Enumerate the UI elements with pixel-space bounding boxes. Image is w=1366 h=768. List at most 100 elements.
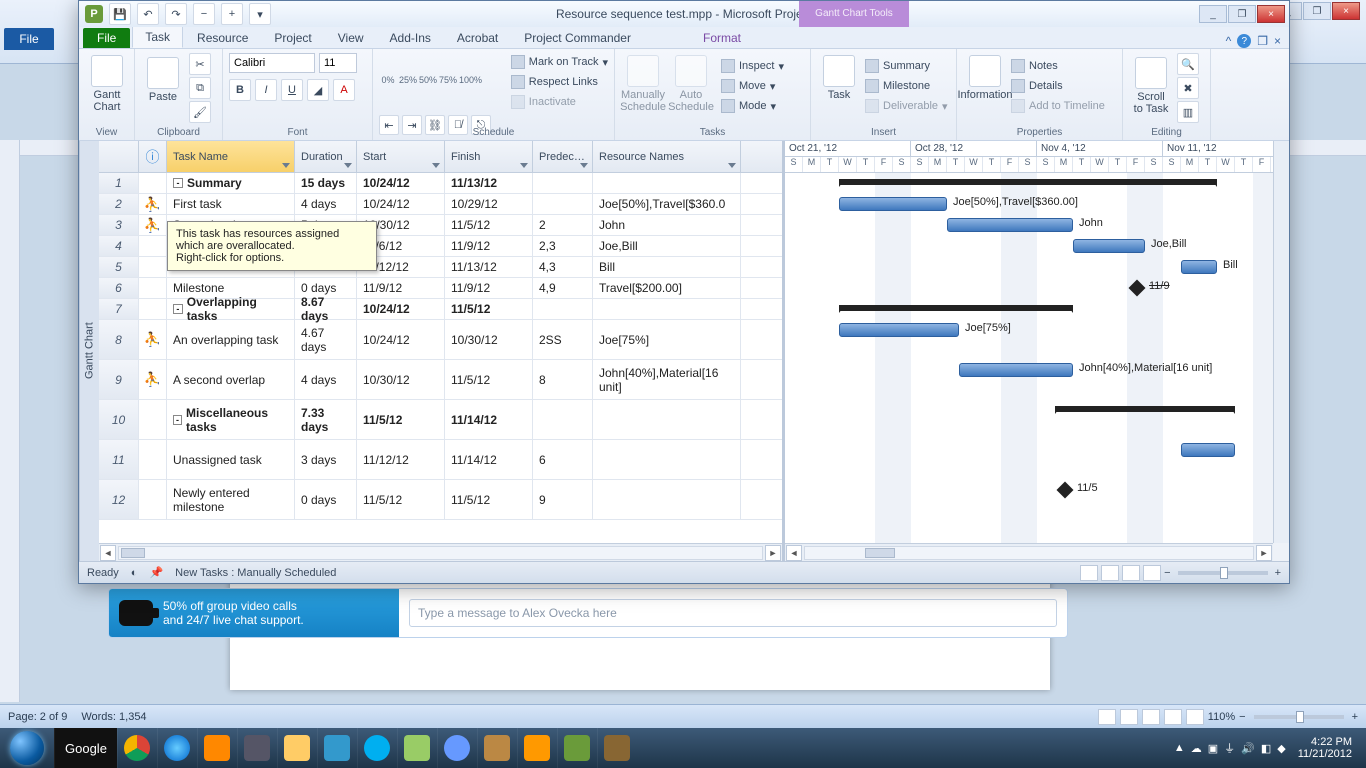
gantt-task-bar[interactable] [1073,239,1145,253]
save-icon[interactable]: 💾 [109,3,131,25]
view-resource-sheet-icon[interactable] [1143,565,1161,581]
tray-icon[interactable]: ◧ [1261,742,1271,755]
row-number[interactable]: 1 [99,173,139,193]
zoom-out-icon[interactable]: − [1239,711,1245,723]
gantt-scrollbar-horizontal[interactable]: ◄ ► [785,543,1273,561]
day-header[interactable]: S [893,157,911,173]
day-header[interactable]: T [1073,157,1091,173]
information-button[interactable]: Information [963,53,1007,119]
day-header[interactable]: S [1019,157,1037,173]
undo-icon[interactable]: ↶ [137,3,159,25]
inactivate-button[interactable]: Inactivate [511,93,608,111]
cell-resources[interactable]: Travel[$200.00] [593,278,741,298]
cell-predecessors[interactable] [533,400,593,439]
col-indicators[interactable]: ⓘ [139,141,167,172]
auto-schedule-button[interactable]: Auto Schedule [669,53,713,119]
word-view-button[interactable] [1142,709,1160,725]
find-icon[interactable]: 🔍 [1177,53,1199,75]
cell-finish[interactable]: 11/5/12 [445,360,533,399]
percent-complete-buttons[interactable]: 0%25%50%75%100% [379,75,477,89]
cell-start[interactable]: 10/24/12 [357,194,445,214]
minimize-ribbon-icon[interactable]: ^ [1226,34,1232,48]
day-header[interactable]: M [803,157,821,173]
scroll-right-icon[interactable]: ► [1256,545,1272,561]
project-titlebar[interactable]: P 💾 ↶ ↷ − + ▾ Resource sequence test.mpp… [79,1,1289,27]
row-indicator[interactable]: ⛹ [139,215,167,235]
underline-button[interactable]: U [281,79,303,101]
cell-duration[interactable]: 15 days [295,173,357,193]
cell-resources[interactable]: Joe[75%] [593,320,741,359]
row-number[interactable]: 8 [99,320,139,359]
cell-predecessors[interactable] [533,299,593,319]
font-selector[interactable]: Calibri [229,53,315,73]
zoom-out-icon[interactable]: − [1164,567,1170,579]
status-new-tasks[interactable]: New Tasks : Manually Scheduled [175,567,336,579]
word-word-count[interactable]: Words: 1,354 [81,711,146,723]
cell-duration[interactable]: 7.33 days [295,400,357,439]
cell-resources[interactable] [593,299,741,319]
respect-links-button[interactable]: Respect Links [511,73,608,91]
word-page-indicator[interactable]: Page: 2 of 9 [8,711,67,723]
day-header[interactable]: F [1001,157,1019,173]
tab-format[interactable]: Format [691,28,753,48]
bold-button[interactable]: B [229,79,251,101]
tab-acrobat[interactable]: Acrobat [445,28,510,48]
manually-schedule-button[interactable]: Manually Schedule [621,53,665,119]
day-header[interactable]: W [1217,157,1235,173]
row-indicator[interactable] [139,173,167,193]
cell-task-name[interactable]: First task [167,194,295,214]
row-number[interactable]: 12 [99,480,139,519]
cell-predecessors[interactable]: 4,9 [533,278,593,298]
taskbar-chrome-icon[interactable] [117,728,157,768]
tab-project[interactable]: Project [262,28,323,48]
row-indicator[interactable]: ⛹ [139,320,167,359]
cell-task-name[interactable]: An overlapping task [167,320,295,359]
day-header[interactable]: T [1199,157,1217,173]
day-header[interactable]: T [857,157,875,173]
day-header[interactable]: W [1091,157,1109,173]
gantt-chart-side-label[interactable]: Gantt Chart [79,141,99,561]
col-predecessors[interactable]: Predec… [533,141,593,172]
day-header[interactable]: S [1163,157,1181,173]
row-number[interactable]: 3 [99,215,139,235]
col-resource-names[interactable]: Resource Names [593,141,741,172]
row-indicator[interactable] [139,236,167,256]
cell-start[interactable]: 10/24/12 [357,299,445,319]
tray-volume-icon[interactable]: 🔊 [1241,742,1255,755]
cell-finish[interactable]: 11/9/12 [445,236,533,256]
day-header[interactable]: T [1235,157,1253,173]
row-indicator[interactable] [139,257,167,277]
window-restore-icon[interactable]: ❐ [1257,34,1268,48]
sheet-body[interactable]: This task has resources assigned which a… [99,173,782,543]
gantt-summary-bar[interactable] [1055,406,1235,412]
day-header[interactable]: M [1055,157,1073,173]
cell-finish[interactable]: 11/13/12 [445,173,533,193]
copy-icon[interactable]: ⧉ [189,77,211,99]
gantt-task-bar[interactable] [1181,443,1235,457]
taskbar-ie-icon[interactable] [157,728,197,768]
cell-finish[interactable]: 10/30/12 [445,320,533,359]
col-rownum[interactable] [99,141,139,172]
col-duration[interactable]: Duration [295,141,357,172]
day-header[interactable]: F [1253,157,1271,173]
clear-icon[interactable]: ✖ [1177,77,1199,99]
scroll-to-task-button[interactable]: Scroll to Task [1129,55,1173,121]
cell-predecessors[interactable]: 9 [533,480,593,519]
details-button[interactable]: Details [1011,77,1105,95]
cell-finish[interactable]: 10/29/12 [445,194,533,214]
day-header[interactable]: M [1181,157,1199,173]
row-indicator[interactable]: ⛹ [139,194,167,214]
view-gantt-icon[interactable] [1080,565,1098,581]
row-indicator[interactable] [139,400,167,439]
add-to-timeline-button[interactable]: Add to Timeline [1011,97,1105,115]
cell-task-name[interactable]: -Miscellaneous tasks [167,400,295,439]
gantt-chart-button[interactable]: Gantt Chart [85,53,129,119]
table-row[interactable]: 11 Unassigned task 3 days 11/12/12 11/14… [99,440,782,480]
word-view-button[interactable] [1120,709,1138,725]
skype-message-input[interactable]: Type a message to Alex Ovecka here [409,599,1057,627]
day-header[interactable]: M [929,157,947,173]
redo-icon[interactable]: ↷ [165,3,187,25]
cell-finish[interactable]: 11/14/12 [445,400,533,439]
tab-project-commander[interactable]: Project Commander [512,28,643,48]
taskbar-app-icon[interactable] [397,728,437,768]
